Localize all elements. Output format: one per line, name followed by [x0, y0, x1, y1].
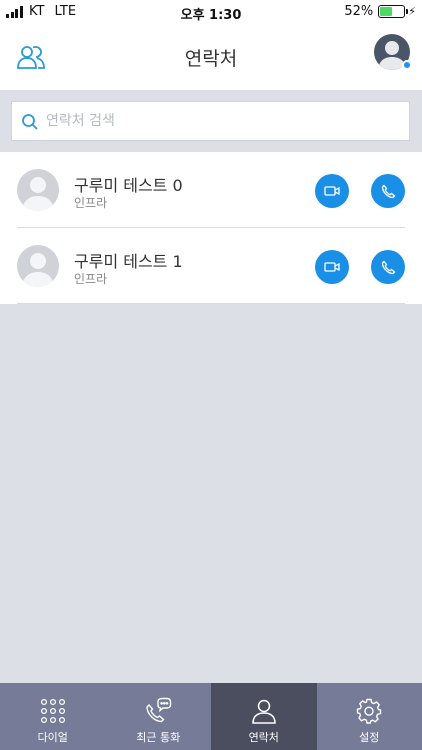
online-status-dot	[402, 60, 412, 70]
phone-icon	[381, 260, 395, 274]
tab-dialpad[interactable]: 다이얼	[0, 683, 106, 750]
battery-icon	[378, 5, 409, 18]
contact-name: 구루미 테스트 0	[74, 176, 183, 195]
contact-avatar	[17, 169, 59, 211]
tab-contacts[interactable]: 연락처	[211, 683, 317, 750]
divider	[17, 303, 405, 304]
bottom-tab-bar: 다이얼 최근 통화 연락처 설정	[0, 683, 422, 750]
battery-fill	[380, 7, 393, 16]
contact-avatar	[17, 245, 59, 287]
gear-icon	[355, 697, 383, 725]
video-call-button[interactable]	[315, 250, 349, 284]
video-camera-icon	[324, 186, 340, 196]
contact-row[interactable]: 구루미 테스트 1 인프라	[0, 228, 422, 304]
charging-icon: ⚡	[408, 5, 416, 18]
app-header: 연락처	[0, 24, 422, 90]
contact-name: 구루미 테스트 1	[74, 252, 183, 271]
contact-list: 구루미 테스트 0 인프라 구루미 테스트 1 인프라	[0, 152, 422, 304]
voice-call-button[interactable]	[371, 174, 405, 208]
voice-call-button[interactable]	[371, 250, 405, 284]
status-bar: KT LTE 오후 1:30 52% ⚡	[0, 0, 422, 24]
phone-icon	[381, 184, 395, 198]
tab-settings[interactable]: 설정	[317, 683, 422, 750]
search-bar	[0, 90, 422, 152]
search-box[interactable]	[11, 101, 410, 141]
contacts-icon	[250, 697, 278, 725]
contact-row[interactable]: 구루미 테스트 0 인프라	[0, 152, 422, 228]
page-title: 연락처	[184, 48, 238, 70]
dialpad-icon	[39, 697, 67, 725]
tab-label: 연락처	[248, 731, 279, 744]
contact-org: 인프라	[74, 272, 108, 286]
tab-recent-calls[interactable]: 최근 통화	[106, 683, 212, 750]
tab-label: 최근 통화	[136, 731, 181, 744]
tab-label: 설정	[359, 731, 380, 744]
contact-org: 인프라	[74, 196, 108, 210]
tab-label: 다이얼	[37, 731, 68, 744]
battery-percent: 52%	[344, 4, 374, 19]
video-camera-icon	[324, 262, 340, 272]
recent-calls-icon	[144, 697, 172, 725]
search-icon	[21, 113, 39, 131]
search-input[interactable]	[46, 102, 396, 140]
video-call-button[interactable]	[315, 174, 349, 208]
